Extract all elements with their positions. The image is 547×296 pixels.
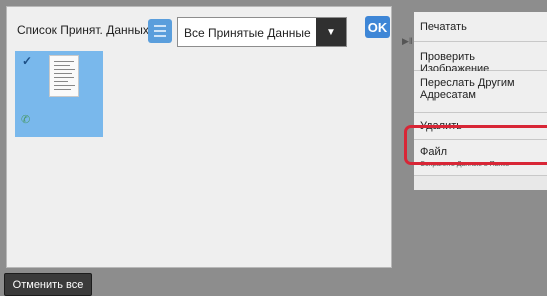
file-item-highlight <box>404 125 547 165</box>
filter-selected-value: Все Принятые Данные <box>184 26 311 40</box>
list-view-toggle-button[interactable] <box>148 19 172 43</box>
list-icon <box>154 25 166 27</box>
received-list-label: Список Принят. Данных <box>17 23 149 37</box>
menu-item-check-image[interactable]: Проверить Изображение <box>414 42 547 75</box>
cancel-all-button[interactable]: Отменить все <box>4 273 92 296</box>
received-item-thumbnail[interactable]: ✓ ✆ <box>15 51 103 137</box>
play-pause-icon[interactable]: ▶‖ <box>402 36 413 47</box>
triangle-down-icon[interactable]: ▼ <box>316 18 346 46</box>
received-data-panel: Список Принят. Данных Все Принятые Данны… <box>6 6 392 268</box>
menu-item-print[interactable]: Печатать <box>414 12 547 42</box>
menu-item-forward[interactable]: Переслать Другим Адресатам <box>414 71 547 113</box>
check-icon: ✓ <box>22 54 33 68</box>
document-page-icon <box>49 55 79 97</box>
fax-icon: ✆ <box>21 114 31 126</box>
data-filter-select[interactable]: Все Принятые Данные ▼ <box>177 17 347 47</box>
ok-button[interactable]: OK <box>365 16 390 38</box>
